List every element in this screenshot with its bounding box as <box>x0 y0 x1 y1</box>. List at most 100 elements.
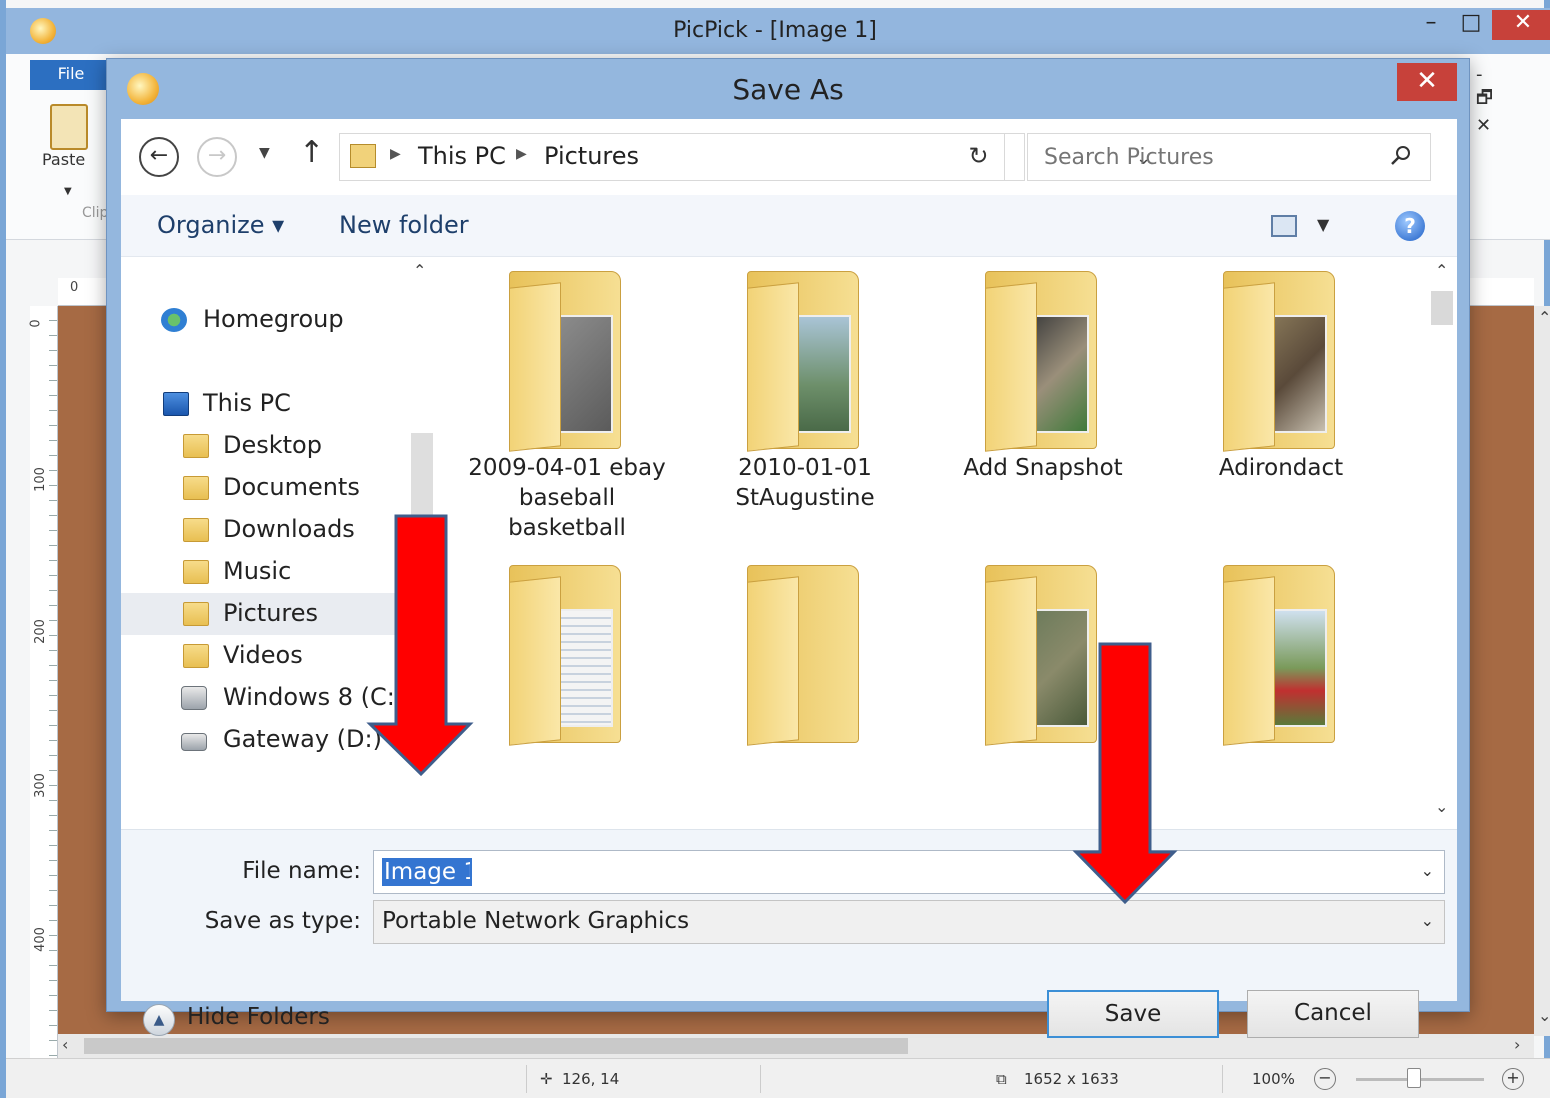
refresh-icon[interactable]: ↻ <box>953 133 1005 181</box>
scroll-up-icon[interactable]: ⌃ <box>1435 261 1448 280</box>
nav-label: Gateway (D:) <box>223 725 382 753</box>
file-name-input[interactable] <box>382 858 472 886</box>
new-folder-button[interactable]: New folder <box>339 211 469 239</box>
scroll-up-icon[interactable]: ⌃ <box>413 261 426 280</box>
recent-locations-chevron-icon[interactable]: ▼ <box>259 145 270 161</box>
search-box[interactable] <box>1027 133 1431 181</box>
folder-name: 2009-04-01 ebay baseball basketball <box>468 455 666 541</box>
nav-item-this-pc[interactable]: This PC <box>121 383 403 425</box>
change-view-icon[interactable] <box>1271 215 1297 237</box>
chevron-down-icon[interactable]: ⌄ <box>1421 861 1434 880</box>
zoom-level: 100% <box>1252 1070 1295 1088</box>
documents-folder-icon <box>183 476 209 500</box>
help-icon[interactable]: ? <box>1395 211 1425 241</box>
breadcrumb-this-pc[interactable]: This PC <box>418 142 506 170</box>
cancel-button[interactable]: Cancel <box>1247 990 1419 1038</box>
folder-item[interactable] <box>695 551 915 829</box>
nav-item-homegroup[interactable]: Homegroup <box>121 299 403 341</box>
nav-item-pictures[interactable]: Pictures <box>121 593 403 635</box>
paste-dropdown-icon[interactable]: ▼ <box>64 186 72 197</box>
forward-arrow-icon[interactable]: → <box>197 137 237 177</box>
nav-item-videos[interactable]: Videos <box>121 635 403 677</box>
folder-item[interactable] <box>457 551 677 829</box>
search-icon[interactable] <box>1390 144 1412 166</box>
image-size-icon: ⧉ <box>996 1070 1007 1088</box>
folder-item[interactable]: 2009-04-01 ebay baseball basketball <box>457 257 677 557</box>
address-bar[interactable]: ▶ This PC ▶ Pictures ⌄ <box>339 133 1151 181</box>
nav-label: Homegroup <box>203 305 344 333</box>
paste-icon[interactable] <box>50 104 88 150</box>
up-arrow-icon[interactable]: ↑ <box>299 135 324 170</box>
save-as-type-select[interactable]: Portable Network Graphics ⌄ <box>373 900 1445 944</box>
folder-item[interactable]: Adirondact <box>1171 257 1391 557</box>
status-divider <box>760 1065 761 1093</box>
command-bar: Organize ▾ New folder ▼ ? <box>121 195 1457 257</box>
status-divider <box>526 1065 527 1093</box>
folder-item[interactable]: 2010-01-01 StAugustine <box>695 257 915 557</box>
nav-label: This PC <box>203 389 291 417</box>
chevron-up-icon: ▲ <box>143 1004 175 1036</box>
save-form: File name: ⌄ Save as type: Portable Netw… <box>121 829 1457 1038</box>
drive-icon <box>181 686 207 710</box>
breadcrumb-separator-icon[interactable]: ▶ <box>390 146 401 162</box>
downloads-folder-icon <box>183 518 209 542</box>
nav-item-documents[interactable]: Documents <box>121 467 403 509</box>
scroll-down-icon[interactable]: ⌄ <box>1538 1006 1550 1025</box>
save-as-dialog: Save As ✕ ← → ▼ ↑ ▶ This PC ▶ Pictures ⌄… <box>106 58 1470 1038</box>
zoom-slider-handle[interactable] <box>1406 1068 1421 1088</box>
scroll-right-icon[interactable]: › <box>1514 1035 1520 1054</box>
scrollbar-thumb[interactable] <box>1431 291 1453 325</box>
mdi-window-controls[interactable]: - 🗗 ✕ <box>1476 64 1544 136</box>
nav-item-gateway-d[interactable]: Gateway (D:) <box>121 719 403 761</box>
view-options-chevron-icon[interactable]: ▼ <box>1317 215 1329 234</box>
file-tab[interactable]: File <box>30 60 112 90</box>
cursor-icon: ✛ <box>540 1070 553 1088</box>
status-bar: ✛ 126, 14 ⧉ 1652 x 1633 100% − + <box>6 1058 1550 1098</box>
scroll-left-icon[interactable]: ‹ <box>62 1035 68 1054</box>
nav-label: Pictures <box>223 599 319 627</box>
file-list-scrollbar[interactable]: ⌃ ⌄ <box>1427 257 1457 829</box>
folder-name: Add Snapshot <box>963 455 1123 481</box>
save-as-type-label: Save as type: <box>204 908 361 934</box>
annotation-arrow-down-icon <box>1072 642 1178 905</box>
image-size: 1652 x 1633 <box>1024 1070 1119 1088</box>
chevron-down-icon[interactable]: ⌄ <box>1421 911 1434 930</box>
file-name-combo[interactable]: ⌄ <box>373 850 1445 894</box>
ruler-label: 400 <box>32 927 48 952</box>
nav-item-desktop[interactable]: Desktop <box>121 425 403 467</box>
pc-icon <box>163 392 189 416</box>
paste-button-label[interactable]: Paste <box>42 150 85 169</box>
breadcrumb-pictures[interactable]: Pictures <box>544 142 639 170</box>
ruler-label: 100 <box>32 467 48 492</box>
drive-icon <box>181 733 207 751</box>
zoom-out-icon[interactable]: − <box>1314 1068 1336 1090</box>
desktop-folder-icon <box>183 434 209 458</box>
folder-icon <box>509 565 621 746</box>
maximize-button[interactable]: □ <box>1454 10 1488 40</box>
minimize-button[interactable]: – <box>1410 10 1452 40</box>
nav-item-music[interactable]: Music <box>121 551 403 593</box>
app-title: PicPick - [Image 1] <box>673 18 877 43</box>
search-input[interactable] <box>1028 134 1378 180</box>
canvas-vertical-scrollbar[interactable]: ⌃ ⌄ <box>1534 306 1550 1036</box>
folder-name: 2010-01-01 StAugustine <box>735 455 875 511</box>
dialog-close-button[interactable]: ✕ <box>1397 63 1457 101</box>
ruler-label: 300 <box>32 773 48 798</box>
breadcrumb-separator-icon[interactable]: ▶ <box>516 146 527 162</box>
status-divider <box>1222 1065 1223 1093</box>
folder-icon <box>747 271 859 452</box>
organize-button[interactable]: Organize ▾ <box>157 211 284 239</box>
nav-item-downloads[interactable]: Downloads <box>121 509 403 551</box>
close-app-button[interactable]: ✕ <box>1492 10 1550 40</box>
scroll-down-icon[interactable]: ⌄ <box>1435 797 1448 816</box>
save-button[interactable]: Save <box>1047 990 1219 1038</box>
back-arrow-icon[interactable]: ← <box>139 137 179 177</box>
folder-item[interactable] <box>1171 551 1391 829</box>
zoom-in-icon[interactable]: + <box>1502 1068 1524 1090</box>
scroll-up-icon[interactable]: ⌃ <box>1538 308 1550 327</box>
file-name-label: File name: <box>242 858 361 884</box>
folder-icon <box>985 271 1097 452</box>
scrollbar-thumb[interactable] <box>84 1038 908 1054</box>
nav-item-windows-8-c[interactable]: Windows 8 (C:) <box>121 677 404 719</box>
folder-item[interactable]: Add Snapshot <box>933 257 1153 557</box>
